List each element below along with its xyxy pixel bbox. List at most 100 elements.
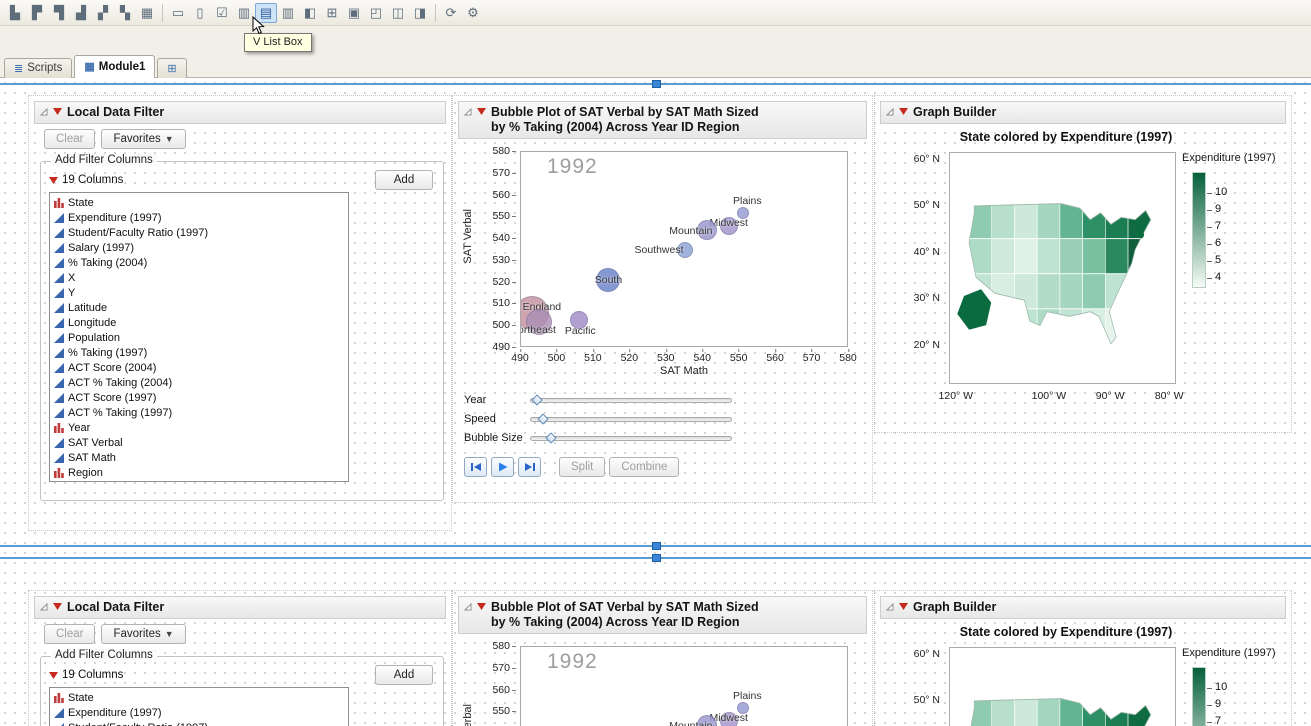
check-box-icon[interactable]: ☑ bbox=[211, 3, 233, 23]
disclosure-icon[interactable] bbox=[464, 603, 472, 611]
red-triangle-menu-icon[interactable] bbox=[477, 603, 486, 610]
grid-layout-icon[interactable]: ▦ bbox=[136, 3, 158, 23]
distribute-horizontal-icon[interactable]: ▞ bbox=[92, 3, 114, 23]
column-item[interactable]: Student/Faculty Ratio (1997) bbox=[54, 720, 348, 726]
legend-tick-label: 9 bbox=[1215, 201, 1227, 218]
panel-box-icon[interactable]: ▣ bbox=[343, 3, 365, 23]
column-item[interactable]: % Taking (2004) bbox=[54, 255, 348, 270]
row-separator[interactable] bbox=[0, 83, 1311, 85]
h-list-box-icon[interactable]: ▥ bbox=[277, 3, 299, 23]
tab-box-icon[interactable]: ◧ bbox=[299, 3, 321, 23]
columns-count-label: 19 Columns bbox=[62, 669, 123, 681]
canvas: Local Data Filter Clear Favorites▼ Add F… bbox=[0, 78, 1311, 726]
favorites-button[interactable]: Favorites▼ bbox=[101, 129, 185, 149]
red-triangle-menu-icon[interactable] bbox=[899, 603, 908, 610]
bubble-plot[interactable]: 1992 PlainsMidwestMountainSouthwestSouth… bbox=[520, 646, 848, 726]
map-x-tick-label: 100° W bbox=[1032, 390, 1067, 402]
red-triangle-menu-icon[interactable] bbox=[899, 108, 908, 115]
column-item[interactable]: SAT Verbal bbox=[54, 435, 348, 450]
column-item[interactable]: ACT Score (2004) bbox=[54, 360, 348, 375]
column-item[interactable]: Student/Faculty Ratio (1997) bbox=[54, 225, 348, 240]
disclosure-icon[interactable] bbox=[464, 108, 472, 116]
slider-thumb[interactable] bbox=[531, 394, 542, 405]
us-map[interactable] bbox=[949, 152, 1176, 384]
column-item[interactable]: Year bbox=[54, 420, 348, 435]
clear-button[interactable]: Clear bbox=[44, 129, 95, 149]
filter-columns-list[interactable]: StateExpenditure (1997) Student/Faculty R… bbox=[49, 687, 349, 726]
continuous-column-icon bbox=[54, 408, 64, 418]
us-map[interactable] bbox=[949, 647, 1176, 726]
split-button[interactable]: Split bbox=[559, 457, 605, 477]
distribute-vertical-icon[interactable]: ▚ bbox=[114, 3, 136, 23]
red-triangle-menu-icon[interactable] bbox=[477, 108, 486, 115]
column-item[interactable]: Region bbox=[54, 465, 348, 480]
red-triangle-menu-icon[interactable] bbox=[49, 177, 58, 184]
align-right-icon[interactable]: ▜ bbox=[48, 3, 70, 23]
splitter-box-icon[interactable]: ◨ bbox=[409, 3, 431, 23]
border-box-icon[interactable]: ◰ bbox=[365, 3, 387, 23]
row-separator[interactable] bbox=[0, 545, 1311, 547]
filter-columns-list[interactable]: StateExpenditure (1997)Student/Faculty R… bbox=[49, 192, 349, 482]
continuous-column-icon bbox=[54, 318, 64, 328]
separator-handle[interactable] bbox=[652, 554, 661, 562]
refresh-icon[interactable]: ⟳ bbox=[440, 3, 462, 23]
align-top-icon[interactable]: ▛ bbox=[26, 3, 48, 23]
column-item[interactable]: Y bbox=[54, 285, 348, 300]
separator-handle[interactable] bbox=[652, 542, 661, 550]
button-box-icon[interactable]: ▯ bbox=[189, 3, 211, 23]
tab-scripts[interactable]: ≣Scripts bbox=[4, 58, 72, 78]
disclosure-icon[interactable] bbox=[40, 603, 48, 611]
red-triangle-menu-icon[interactable] bbox=[49, 672, 58, 679]
add-button[interactable]: Add bbox=[375, 665, 433, 685]
column-item[interactable]: Salary (1997) bbox=[54, 240, 348, 255]
row-separator[interactable] bbox=[0, 557, 1311, 559]
bubble-size-slider[interactable] bbox=[530, 436, 732, 441]
column-name: Student/Faculty Ratio (1997) bbox=[68, 722, 208, 726]
combine-button[interactable]: Combine bbox=[609, 457, 679, 477]
column-item[interactable]: Latitude bbox=[54, 300, 348, 315]
column-item[interactable]: Population bbox=[54, 330, 348, 345]
bubble-y-ticks: 580570560550540530520510500490 bbox=[486, 646, 516, 726]
play-button[interactable] bbox=[491, 457, 514, 477]
outline-box-icon[interactable]: ⊞ bbox=[321, 3, 343, 23]
column-item[interactable]: Expenditure (1997) bbox=[54, 210, 348, 225]
red-triangle-menu-icon[interactable] bbox=[53, 603, 62, 610]
scroll-box-icon[interactable]: ◫ bbox=[387, 3, 409, 23]
slider-thumb[interactable] bbox=[545, 432, 556, 443]
align-bottom-icon[interactable]: ▟ bbox=[70, 3, 92, 23]
column-name: State bbox=[68, 692, 94, 704]
disclosure-icon[interactable] bbox=[40, 108, 48, 116]
separator-handle[interactable] bbox=[652, 80, 661, 88]
bubble-plot[interactable]: 1992 PlainsMidwestMountainSouthwestSouth… bbox=[520, 151, 848, 347]
tab-module1[interactable]: ▦Module1 bbox=[74, 55, 155, 78]
column-item[interactable]: ACT Score (1997) bbox=[54, 390, 348, 405]
y-tick-label: 490 bbox=[492, 341, 510, 353]
add-button[interactable]: Add bbox=[375, 170, 433, 190]
speed-slider[interactable] bbox=[530, 417, 732, 422]
tab-new-module[interactable]: ⊞ bbox=[157, 58, 186, 78]
bubble-label: Mountain bbox=[669, 225, 712, 237]
column-item[interactable]: State bbox=[54, 690, 348, 705]
column-item[interactable]: X bbox=[54, 270, 348, 285]
column-item[interactable]: SAT Math bbox=[54, 450, 348, 465]
year-slider[interactable] bbox=[530, 398, 732, 403]
column-item[interactable]: % Taking (1997) bbox=[54, 345, 348, 360]
text-box-icon[interactable]: ▭ bbox=[167, 3, 189, 23]
disclosure-icon[interactable] bbox=[886, 603, 894, 611]
column-item[interactable]: Longitude bbox=[54, 315, 348, 330]
column-item[interactable]: ACT % Taking (2004) bbox=[54, 375, 348, 390]
align-left-icon[interactable]: ▙ bbox=[4, 3, 26, 23]
disclosure-icon[interactable] bbox=[886, 108, 894, 116]
step-back-button[interactable] bbox=[464, 457, 487, 477]
clear-button[interactable]: Clear bbox=[44, 624, 95, 644]
settings-icon[interactable]: ⚙ bbox=[462, 3, 484, 23]
legend-title: Expenditure (1997) bbox=[1182, 647, 1296, 659]
column-item[interactable]: Expenditure (1997) bbox=[54, 705, 348, 720]
column-item[interactable]: State bbox=[54, 195, 348, 210]
step-forward-button[interactable] bbox=[518, 457, 541, 477]
red-triangle-menu-icon[interactable] bbox=[53, 108, 62, 115]
local-data-filter-panel: Local Data Filter Clear Favorites▼ Add F… bbox=[28, 95, 452, 531]
favorites-button[interactable]: Favorites▼ bbox=[101, 624, 185, 644]
slider-thumb[interactable] bbox=[537, 413, 548, 424]
column-item[interactable]: ACT % Taking (1997) bbox=[54, 405, 348, 420]
